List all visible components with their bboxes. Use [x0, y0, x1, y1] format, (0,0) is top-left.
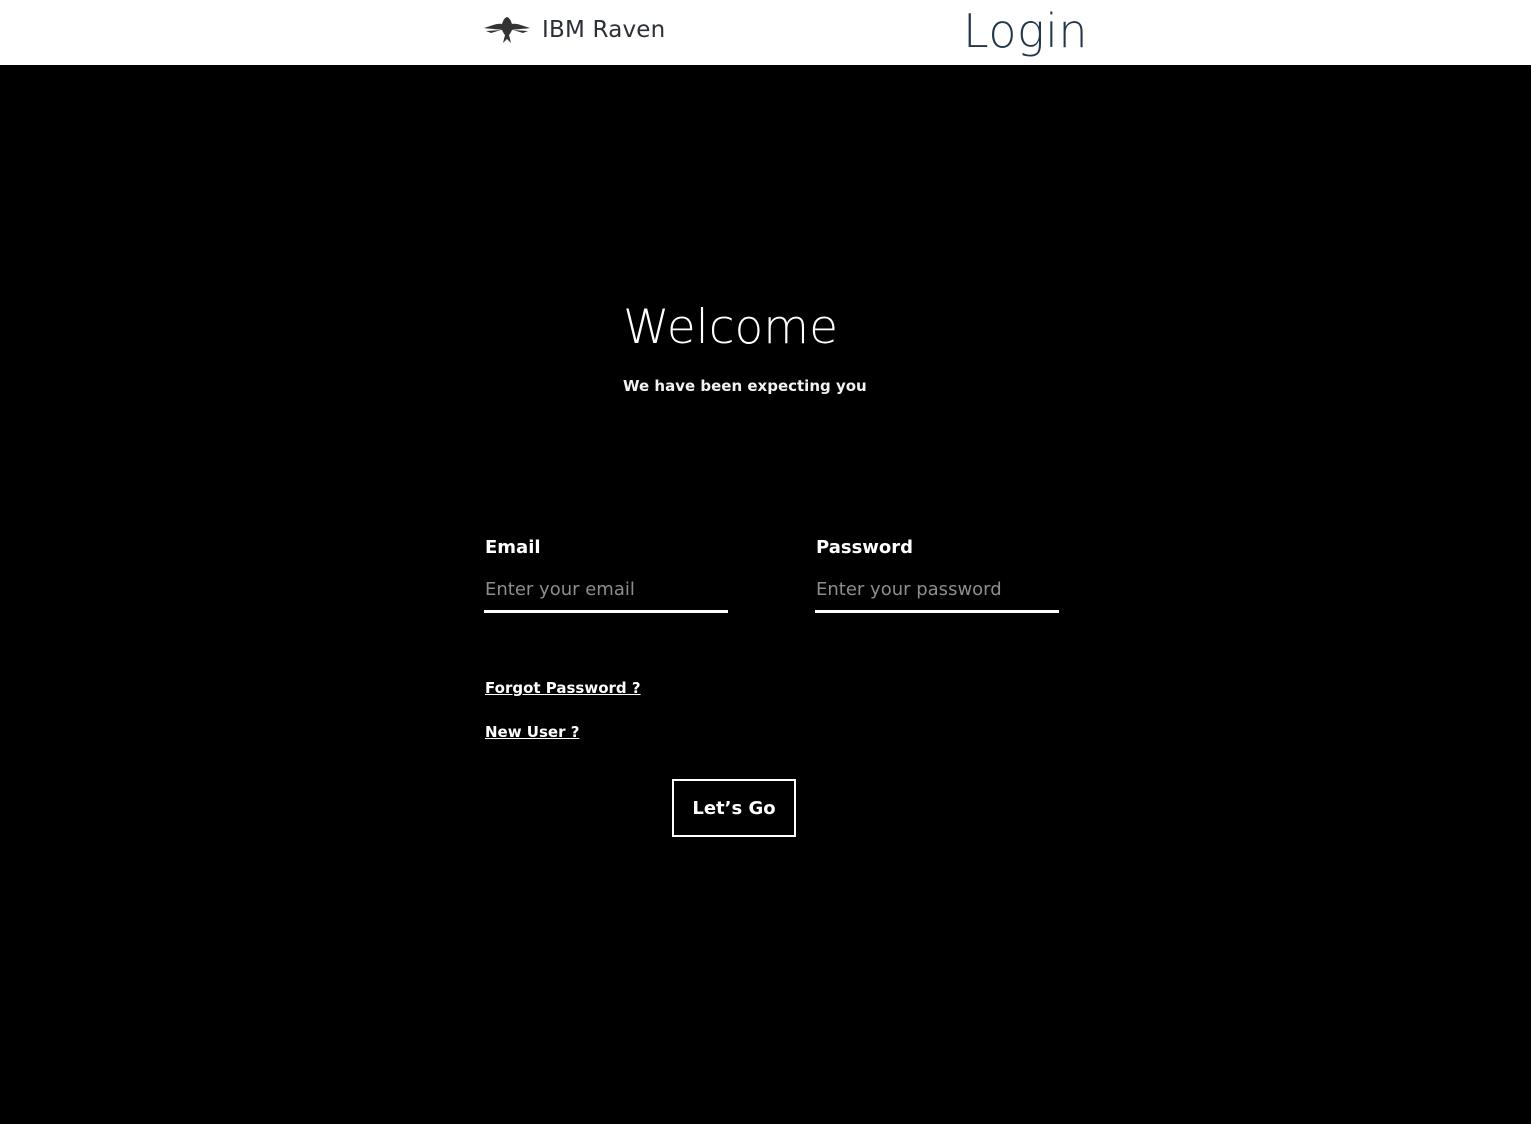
email-label: Email [485, 537, 541, 558]
page-title: Login [963, 4, 1089, 58]
top-header: IBM Raven Login [0, 0, 1531, 65]
lets-go-button[interactable]: Let’s Go [672, 779, 796, 837]
new-user-link[interactable]: New User ? [485, 723, 579, 741]
password-label: Password [816, 537, 914, 558]
email-field-group: Email [484, 537, 728, 613]
brand-name: IBM Raven [542, 17, 666, 43]
welcome-subheading: We have been expecting you [623, 377, 867, 395]
brand[interactable]: IBM Raven [483, 14, 665, 46]
password-field-group: Password [815, 537, 1059, 613]
raven-icon [484, 17, 530, 43]
welcome-heading: Welcome [623, 300, 838, 355]
password-input[interactable] [815, 569, 1059, 613]
forgot-password-link[interactable]: Forgot Password ? [485, 679, 641, 697]
email-input[interactable] [484, 569, 728, 613]
